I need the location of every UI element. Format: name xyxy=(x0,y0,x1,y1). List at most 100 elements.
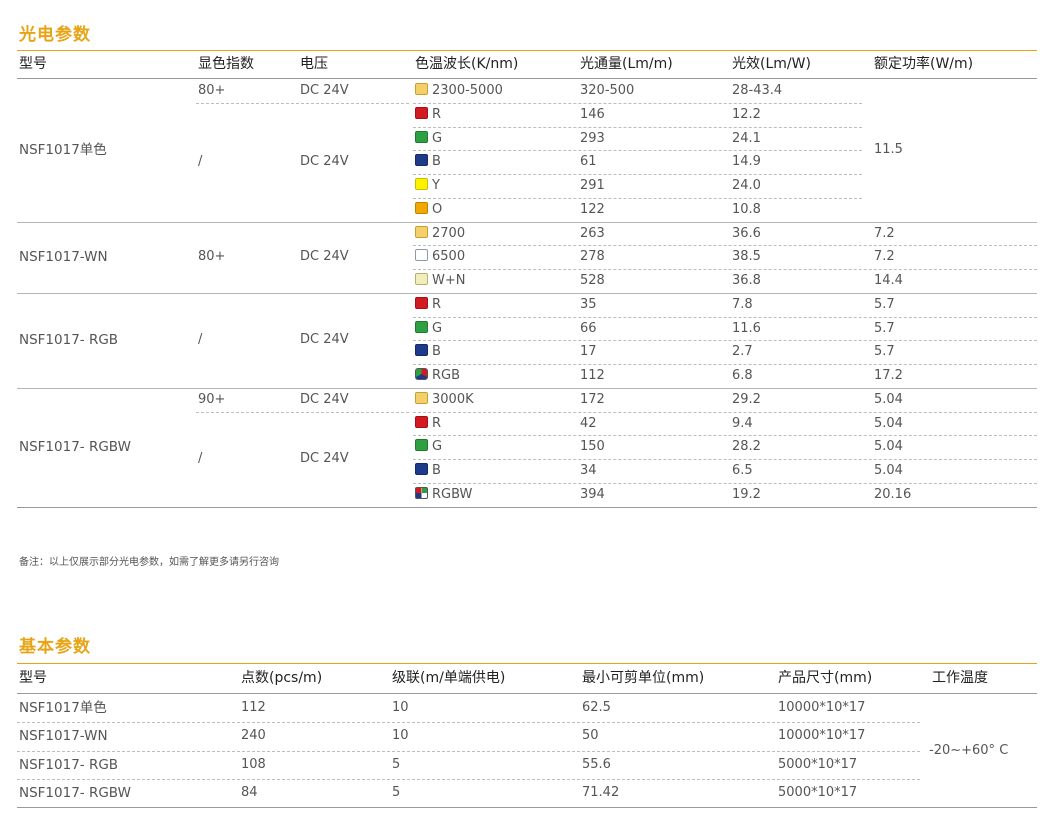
cct-cell: R xyxy=(415,293,441,317)
row-divider xyxy=(196,102,409,104)
cct-label: R xyxy=(432,296,442,312)
row-divider xyxy=(413,411,1037,413)
header-cell: 光效(Lm/W) xyxy=(732,56,811,72)
power-cell: 11.5 xyxy=(874,142,903,158)
color-swatch-icon xyxy=(415,106,428,119)
color-swatch-icon xyxy=(415,486,428,499)
voltage-cell: DC 24V xyxy=(300,249,349,265)
cct-cell: 6500 xyxy=(415,245,465,269)
color-swatch-icon xyxy=(415,130,428,143)
cascade-cell: 5 xyxy=(392,756,401,772)
flux-cell: 61 xyxy=(580,154,597,170)
cct-cell: RGB xyxy=(415,364,460,388)
color-swatch-icon xyxy=(415,83,428,95)
header-cell: 光通量(Lm/m) xyxy=(580,56,673,72)
row-divider xyxy=(413,340,1037,342)
size-cell: 10000*10*17 xyxy=(778,700,866,715)
cct-label: RGBW xyxy=(432,486,473,502)
flux-cell: 278 xyxy=(580,249,605,265)
flux-cell: 172 xyxy=(580,391,605,407)
flux-cell: 291 xyxy=(580,178,605,193)
row-divider xyxy=(413,245,1037,247)
temperature-cell: -20~+60° C xyxy=(929,742,1009,758)
color-swatch-icon xyxy=(415,273,428,285)
cct-label: G xyxy=(432,130,443,146)
row-divider xyxy=(413,459,1037,460)
efficacy-cell: 2.7 xyxy=(732,344,753,360)
power-cell: 5.7 xyxy=(874,320,895,336)
size-cell: 10000*10*17 xyxy=(778,728,866,744)
row-divider xyxy=(413,364,1037,365)
cct-cell: 2700 xyxy=(415,222,465,246)
efficacy-cell: 14.9 xyxy=(732,154,761,170)
cct-label: Y xyxy=(432,178,440,193)
row-divider xyxy=(413,174,862,175)
flux-cell: 112 xyxy=(580,368,605,383)
row-divider xyxy=(413,269,1037,270)
cct-label: B xyxy=(432,154,441,170)
power-cell: 7.2 xyxy=(874,225,895,241)
color-swatch-icon xyxy=(415,296,428,309)
efficacy-cell: 28.2 xyxy=(732,439,761,455)
header-cell: 点数(pcs/m) xyxy=(241,670,323,686)
cct-cell: G xyxy=(415,127,442,151)
cct-label: 3000K xyxy=(432,391,474,407)
color-swatch-icon xyxy=(415,320,428,333)
points-cell: 84 xyxy=(241,784,258,800)
cri-cell: / xyxy=(198,332,203,348)
cri-cell: / xyxy=(198,154,203,170)
row-divider xyxy=(413,482,1037,484)
group-divider xyxy=(17,506,1037,508)
header-cell: 电压 xyxy=(300,56,328,72)
cct-cell: R xyxy=(415,103,441,127)
color-swatch-icon xyxy=(415,178,428,190)
spec-page: 光电参数 备注：以上仅展示部分光电参数，如需了解更多请另行咨询 基本参数 型号 显… xyxy=(0,0,1054,828)
header-cell: 额定功率(W/m) xyxy=(874,56,974,72)
efficacy-cell: 7.8 xyxy=(732,296,753,312)
color-swatch-icon xyxy=(415,249,428,262)
power-cell: 7.2 xyxy=(874,249,895,265)
cct-label: 6500 xyxy=(432,249,466,265)
cct-label: O xyxy=(432,201,443,217)
header-top-rule xyxy=(17,663,1037,664)
header-cell: 型号 xyxy=(19,56,47,72)
table-bottom-rule xyxy=(17,807,1037,808)
power-cell: 5.04 xyxy=(874,415,903,431)
color-swatch-icon xyxy=(415,344,428,357)
cri-cell: 90+ xyxy=(198,391,226,407)
cct-cell: R xyxy=(415,412,441,436)
row-divider xyxy=(413,150,862,152)
row-divider xyxy=(196,411,409,413)
voltage-cell: DC 24V xyxy=(300,451,349,466)
flux-cell: 320-500 xyxy=(580,83,635,98)
flux-cell: 42 xyxy=(580,415,597,431)
power-cell: 5.04 xyxy=(874,463,903,478)
cut-unit-cell: 62.5 xyxy=(582,700,611,715)
row-divider xyxy=(17,750,920,752)
cct-label: G xyxy=(432,439,443,455)
row-divider xyxy=(413,126,862,128)
cct-label: RGB xyxy=(432,368,461,383)
section-title-basic: 基本参数 xyxy=(19,637,91,657)
header-bottom-rule xyxy=(17,693,1037,694)
header-top-rule xyxy=(17,50,1037,51)
voltage-cell: DC 24V xyxy=(300,391,349,407)
size-cell: 5000*10*17 xyxy=(778,756,858,772)
cct-cell: Y xyxy=(415,174,440,198)
efficacy-cell: 29.2 xyxy=(732,391,761,407)
power-cell: 5.7 xyxy=(874,296,895,312)
efficacy-cell: 11.6 xyxy=(732,320,761,336)
cct-label: B xyxy=(432,344,441,360)
section-title-photoelectric: 光电参数 xyxy=(19,25,91,45)
color-swatch-icon xyxy=(415,368,428,380)
size-cell: 5000*10*17 xyxy=(778,784,858,800)
model-cell: NSF1017单色 xyxy=(19,142,107,159)
cascade-cell: 5 xyxy=(392,784,401,800)
cri-cell: / xyxy=(198,451,203,466)
power-cell: 17.2 xyxy=(874,368,903,383)
voltage-cell: DC 24V xyxy=(300,83,349,98)
cct-label: B xyxy=(432,463,441,478)
color-swatch-icon xyxy=(415,201,428,214)
cct-label: R xyxy=(432,106,442,122)
points-cell: 240 xyxy=(241,728,266,744)
